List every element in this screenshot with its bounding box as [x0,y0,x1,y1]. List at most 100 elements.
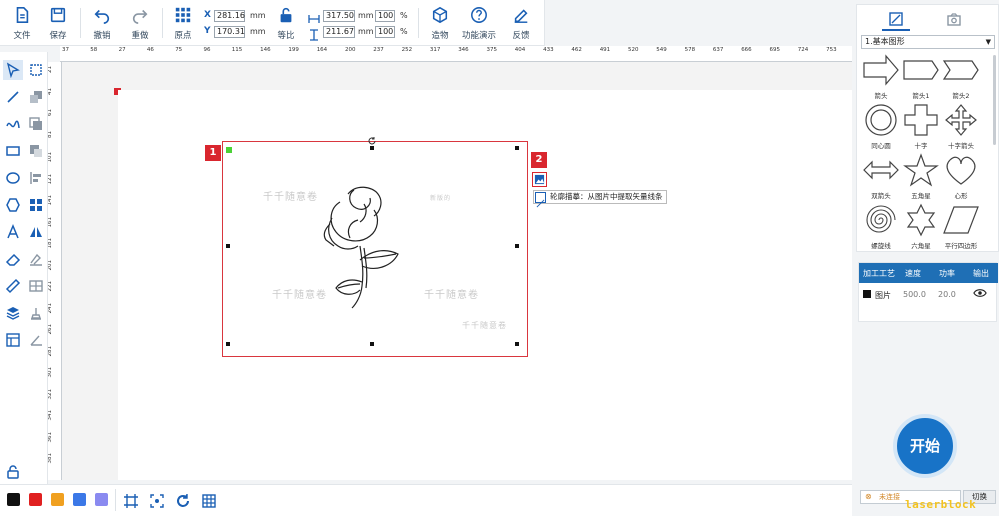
rotate-icon [177,494,189,507]
origin-label: 原点 [174,31,192,41]
ruler-tick-label: 578 [684,47,696,53]
resize-handle-bottom-right[interactable] [515,342,519,346]
color-swatch[interactable] [73,493,86,506]
eraser-tool[interactable] [3,249,23,269]
shape-item[interactable]: 五角星 [901,153,941,200]
shape-item[interactable]: 十字箭头 [941,103,981,150]
shape-item[interactable]: 箭头 [861,53,901,100]
resize-handle-top-right[interactable] [515,146,519,150]
height-percent-input[interactable]: 100 [375,26,395,38]
rotate-button[interactable] [173,491,193,511]
shape-item[interactable]: 六角星 [901,203,941,250]
align-left-tool[interactable] [26,168,46,188]
shape-item[interactable]: 平行四边形 [941,203,981,250]
redo-button[interactable]: 重做 [122,4,158,44]
shape-item[interactable]: 螺旋线 [861,203,901,250]
color-swatch[interactable] [51,493,64,506]
shape-item[interactable]: 心形 [941,153,981,200]
divider [418,8,419,38]
shape-item[interactable]: 双箭头 [861,153,901,200]
layers-icon [6,307,20,320]
y-input[interactable]: 170.31 [214,26,245,38]
layer-color-swatch[interactable] [863,290,871,298]
y-label: Y [204,26,211,36]
color-swatch[interactable] [95,493,108,506]
grid-array-tool[interactable] [26,195,46,215]
subtract-tool[interactable] [26,141,46,161]
save-button[interactable]: 保存 [40,4,76,44]
selection-box[interactable] [222,141,528,357]
curve-tool[interactable] [3,114,23,134]
panel-scrollbar[interactable] [993,55,996,145]
trace-image-button[interactable] [532,172,547,187]
line-icon [7,91,19,103]
image-trace-icon [534,174,545,185]
ellipse-tool[interactable] [3,168,23,188]
crop-tool[interactable] [26,60,46,80]
category-select[interactable]: 1.基本图形 ▼ [861,35,995,49]
shape-label: 五角星 [911,192,931,200]
eye-icon[interactable] [973,288,987,300]
grid-toggle-button[interactable] [199,491,219,511]
polygon-tool[interactable] [3,195,23,215]
lock-tool[interactable] [3,462,23,482]
shape-item[interactable]: 十字 [901,103,941,150]
start-button[interactable]: 开始 [893,414,957,478]
mirror-tool[interactable] [26,222,46,242]
table-row[interactable]: 图片 500.0 20.0 [859,285,998,303]
ruler-tick-label: 753 [826,47,837,53]
origin-button[interactable]: 原点 [165,4,201,44]
measure-tool[interactable] [3,276,23,296]
edit-nodes-tool[interactable] [26,249,46,269]
color-swatch[interactable] [29,493,42,506]
frame-select-button[interactable] [121,491,141,511]
x-input[interactable]: 281.16 [214,10,245,22]
ruler-tick-label: 433 [543,47,554,53]
row-power[interactable]: 20.0 [938,290,956,299]
grid-icon [30,199,42,211]
craft-label: 造物 [431,31,449,41]
ruler-tick-label: 462 [571,47,582,53]
height-input[interactable]: 211.67 [323,26,355,38]
ruler-icon [5,278,21,294]
center-button[interactable] [147,491,167,511]
shape-item[interactable]: 箭头1 [901,53,941,100]
union-tool[interactable] [26,114,46,134]
shape-item[interactable]: 同心圆 [861,103,901,150]
ruler-tick-label: 695 [769,47,781,53]
resize-handle-top[interactable] [370,146,374,150]
col-power: 功率 [939,269,955,278]
color-swatch[interactable] [7,493,20,506]
stamp-tool[interactable] [26,303,46,323]
layout-tool[interactable] [3,330,23,350]
ruler-tick-label: 520 [628,47,639,53]
combine-tool[interactable] [26,87,46,107]
file-button[interactable]: 文件 [4,4,40,44]
line-tool[interactable] [3,87,23,107]
width-percent-input[interactable]: 100 [375,10,395,22]
text-tool[interactable] [3,222,23,242]
resize-handle-right[interactable] [515,244,519,248]
feedback-button[interactable]: 反馈 [503,4,539,44]
demo-button[interactable]: 功能演示 [461,4,497,44]
anchor-point[interactable] [226,147,232,153]
select-tool[interactable] [3,60,23,80]
lock-ratio-button[interactable]: 等比 [268,4,304,44]
layers-tool[interactable] [3,303,23,323]
tab-shapes[interactable] [886,11,906,27]
ruler-tick-label: 724 [797,47,809,53]
resize-handle-bottom[interactable] [370,342,374,346]
resize-handle-bottom-left[interactable] [226,342,230,346]
width-input[interactable]: 317.50 [323,10,355,22]
perspective-tool[interactable] [26,330,46,350]
eraser-icon [5,253,21,266]
tab-materials[interactable] [944,11,964,27]
undo-button[interactable]: 撤销 [84,4,120,44]
craft-button[interactable]: 造物 [422,4,458,44]
rectangle-tool[interactable] [3,141,23,161]
shape-item[interactable]: 箭头2 [941,53,981,100]
resize-handle-left[interactable] [226,244,230,248]
table-tool[interactable] [26,276,46,296]
row-speed[interactable]: 500.0 [903,290,926,299]
rotate-handle-icon[interactable] [367,131,377,145]
